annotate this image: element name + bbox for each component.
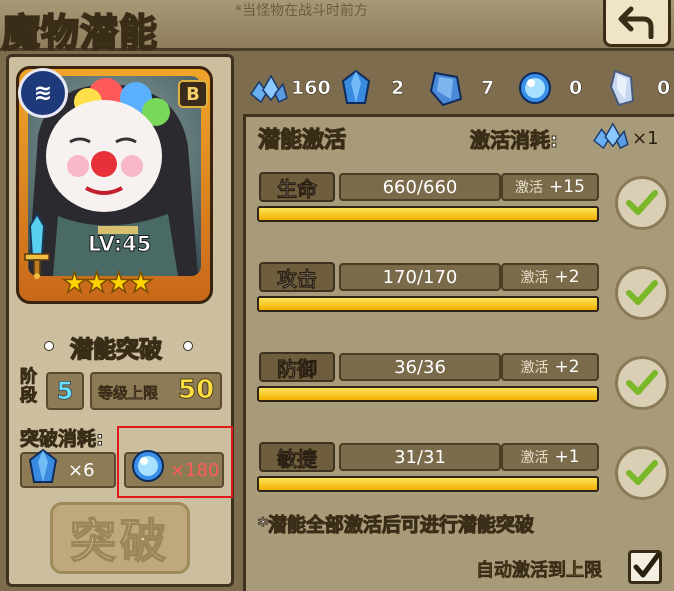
check-icon <box>626 190 658 215</box>
auto-activate-label: 自动激活到上限 <box>476 560 603 582</box>
crystal-cluster-icon <box>593 122 629 150</box>
stat-value: 31/31 <box>339 443 501 471</box>
resource-count: 2 <box>391 77 405 100</box>
activation-cost-label: 激活消耗: <box>470 128 559 153</box>
stat-activation: 激活 +2 <box>501 353 599 381</box>
stat-progress-fill <box>259 208 597 220</box>
back-button[interactable] <box>603 0 671 47</box>
stat-value: 170/170 <box>339 263 501 291</box>
stat-progress-bar <box>257 206 599 222</box>
activate-label: 激活 <box>515 180 544 196</box>
breakthrough-note: *潜能全部激活后可进行潜能突破 <box>258 514 535 537</box>
stat-name: 防御 <box>259 352 335 382</box>
stage-label: 阶段 <box>20 367 38 406</box>
large-crystal-icon <box>429 71 463 107</box>
hero-star-rating: ★★★★ <box>61 265 154 300</box>
sword-icon <box>24 212 50 279</box>
activate-check-button[interactable] <box>615 446 669 500</box>
stat-row-hp: 生命 660/660 激活 +15 <box>255 172 674 252</box>
stat-activation: 激活 +1 <box>501 443 599 471</box>
stat-value: 36/36 <box>339 353 501 381</box>
stat-name: 敏捷 <box>259 442 335 472</box>
activate-check-button[interactable] <box>615 356 669 410</box>
resource-item: 0 <box>517 66 582 110</box>
stat-activation: 激活 +2 <box>501 263 599 291</box>
check-icon <box>626 370 658 395</box>
resource-item: 7 <box>429 66 494 110</box>
breakthrough-cost-label: 突破消耗: <box>20 428 105 451</box>
resource-count: 0 <box>657 77 671 100</box>
activate-label: 激活 <box>520 270 549 286</box>
hero-level: LV:45 <box>87 232 152 257</box>
stat-progress-fill <box>259 388 597 400</box>
rank-badge: B <box>178 80 208 108</box>
blue-crystal-icon <box>341 69 371 104</box>
highlight-box <box>117 426 233 498</box>
crystal-cluster-icon <box>249 74 288 104</box>
stat-name: 生命 <box>259 172 335 202</box>
activate-check-button[interactable] <box>615 266 669 320</box>
cost-item-amount: ×6 <box>68 460 95 481</box>
resource-item: 2 <box>341 66 404 110</box>
activate-label: 激活 <box>520 450 549 466</box>
check-icon <box>626 460 658 485</box>
check-icon <box>626 280 658 305</box>
resource-count: 7 <box>481 77 495 100</box>
page-title: 魔物潜能 <box>1 10 159 56</box>
resource-bar: 160 2 7 0 0 <box>243 66 674 110</box>
resource-count: 0 <box>569 77 583 100</box>
activate-bonus: +2 <box>554 267 580 287</box>
stat-activation: 激活 +15 <box>501 173 599 201</box>
activate-label: 激活 <box>520 360 549 376</box>
activate-bonus: +1 <box>554 447 580 467</box>
check-icon <box>633 552 661 578</box>
activation-cost-value: ×1 <box>632 128 659 149</box>
activate-check-button[interactable] <box>615 176 669 230</box>
stat-progress-bar <box>257 386 599 402</box>
activate-bonus: +2 <box>554 357 580 377</box>
blue-orb-icon <box>519 72 551 104</box>
resource-count: 160 <box>291 77 331 100</box>
stat-row-attack: 攻击 170/170 激活 +2 <box>255 262 674 342</box>
stat-progress-bar <box>257 476 599 492</box>
back-arrow-icon <box>618 6 654 39</box>
header-subtitle: *当怪物在战斗时前方 <box>235 3 368 19</box>
level-cap-value: 50 <box>178 375 215 406</box>
stat-progress-bar <box>257 296 599 312</box>
breakthrough-title: 潜能突破 <box>69 336 163 364</box>
level-cap-label: 等级上限 <box>98 384 159 403</box>
stat-progress-fill <box>259 478 597 490</box>
blue-crystal-icon <box>28 448 58 483</box>
stat-row-defense: 防御 36/36 激活 +2 <box>255 352 674 432</box>
stat-name: 攻击 <box>259 262 335 292</box>
pale-crystal-icon <box>609 69 635 107</box>
auto-activate-checkbox[interactable] <box>628 550 662 584</box>
potential-title: 潜能激活 <box>257 127 347 153</box>
water-element-icon: ≋ <box>18 68 68 118</box>
resource-item: 160 <box>247 66 331 110</box>
activate-bonus: +15 <box>549 177 585 197</box>
breakthrough-button[interactable]: 突破 <box>50 502 190 574</box>
resource-item: 0 <box>607 66 670 110</box>
stage-value: 5 <box>46 372 84 410</box>
stat-progress-fill <box>259 298 597 310</box>
stat-value: 660/660 <box>339 173 501 201</box>
